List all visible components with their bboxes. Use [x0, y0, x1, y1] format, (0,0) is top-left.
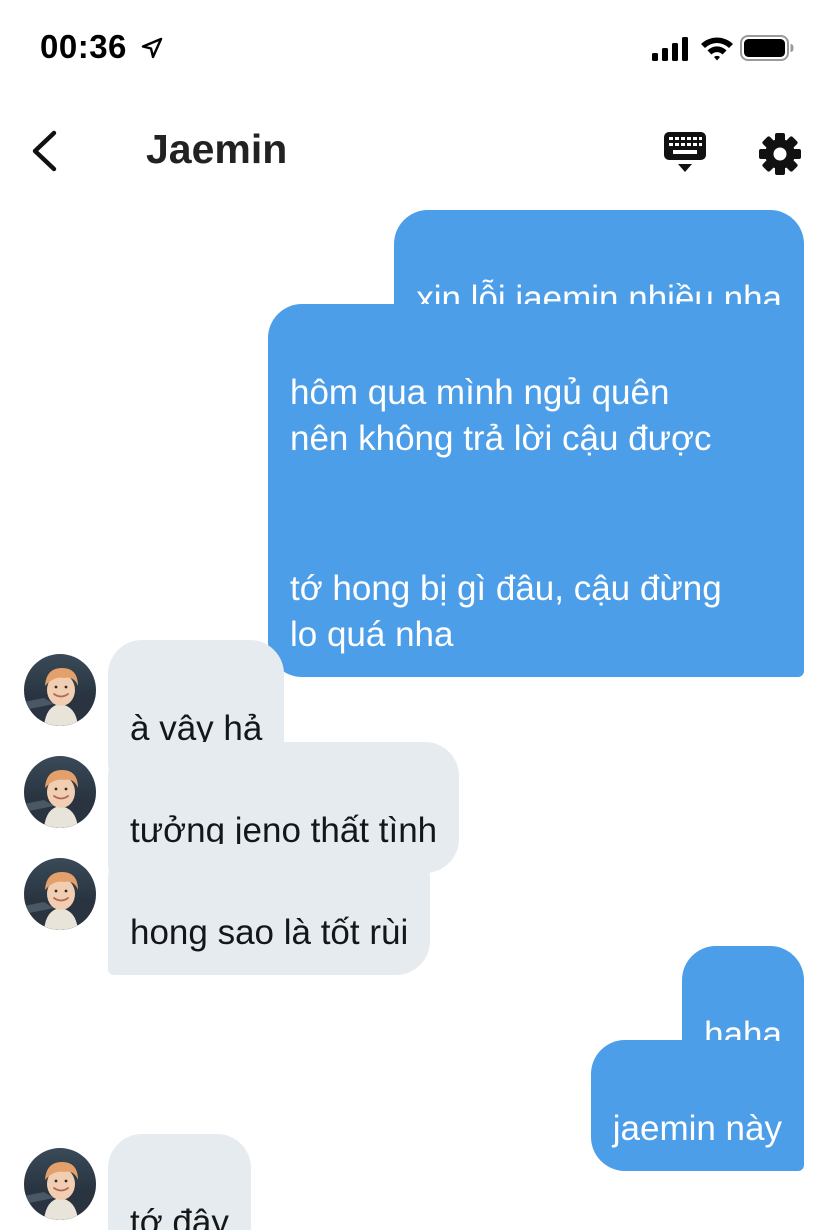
avatar-photo-icon — [24, 1148, 96, 1220]
message-text: tớ đây — [130, 1203, 229, 1230]
message-text: tớ hong bị gì đâu, cậu đừng lo quá nha — [290, 569, 722, 654]
avatar-photo-icon — [24, 756, 96, 828]
sent-message[interactable]: jaemin này — [590, 1040, 804, 1171]
sent-message[interactable]: tớ hong bị gì đâu, cậu đừng lo quá nha — [268, 500, 804, 677]
message-text: hôm qua mình ngủ quên nên không trả lời … — [290, 373, 712, 458]
contact-avatar[interactable] — [24, 1148, 96, 1220]
received-message[interactable]: hong sao là tốt rùi — [108, 844, 431, 975]
message-text: hong sao là tốt rùi — [130, 913, 409, 952]
received-message[interactable]: tớ đây — [108, 1134, 251, 1230]
avatar-photo-icon — [24, 858, 96, 930]
chat-screen: 00:36 Jaemin xin lỗi jaemin nhiều nha hô… — [0, 0, 828, 1230]
contact-avatar[interactable] — [24, 756, 96, 828]
contact-avatar[interactable] — [24, 858, 96, 930]
contact-avatar[interactable] — [24, 654, 96, 726]
message-text: jaemin này — [612, 1109, 782, 1148]
message-list: xin lỗi jaemin nhiều nha hôm qua mình ng… — [0, 0, 828, 1230]
avatar-photo-icon — [24, 654, 96, 726]
